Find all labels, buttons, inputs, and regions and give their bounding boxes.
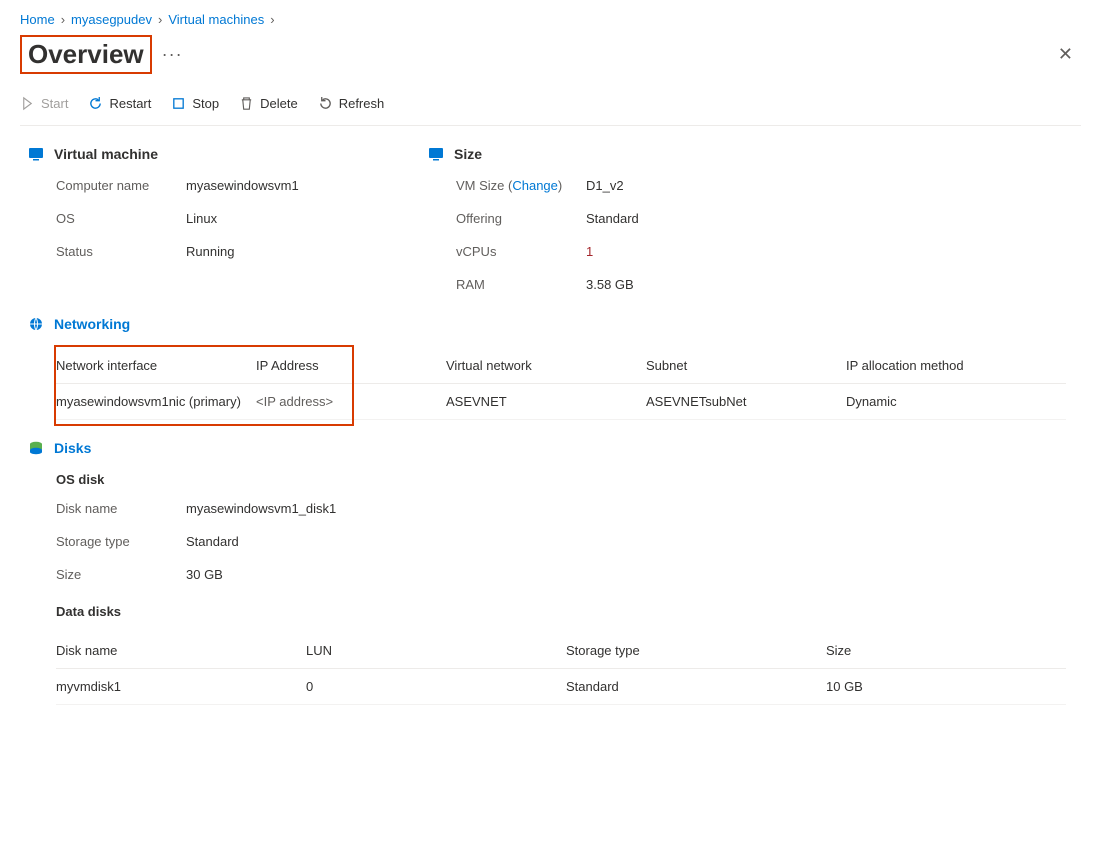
net-header-ipalloc: IP allocation method bbox=[846, 348, 1066, 384]
restart-icon bbox=[88, 96, 103, 111]
data-disk-name-value: myvmdisk1 bbox=[56, 669, 306, 705]
delete-icon bbox=[239, 96, 254, 111]
net-header-vnet: Virtual network bbox=[446, 348, 646, 384]
vm-size-change-link[interactable]: Change bbox=[512, 178, 558, 193]
data-disk-header-name: Disk name bbox=[56, 633, 306, 669]
computer-name-label: Computer name bbox=[56, 178, 176, 193]
start-label: Start bbox=[41, 96, 68, 111]
more-menu[interactable]: ··· bbox=[162, 44, 183, 65]
disks-icon bbox=[28, 440, 44, 456]
close-icon[interactable]: ✕ bbox=[1050, 40, 1081, 69]
vcpus-value: 1 bbox=[586, 244, 768, 259]
data-disk-header-storage: Storage type bbox=[566, 633, 826, 669]
net-nic-value: myasewindowsvm1nic (primary) bbox=[56, 384, 256, 420]
size-section-header: Size bbox=[428, 146, 768, 162]
os-disk-storage-value: Standard bbox=[186, 534, 1081, 549]
page-title: Overview bbox=[28, 39, 144, 70]
data-disk-storage-value: Standard bbox=[566, 669, 826, 705]
breadcrumb-resource[interactable]: myasegpudev bbox=[71, 12, 152, 27]
size-icon bbox=[428, 146, 444, 162]
delete-label: Delete bbox=[260, 96, 298, 111]
networking-title: Networking bbox=[54, 316, 130, 332]
networking-icon bbox=[28, 316, 44, 332]
offering-value: Standard bbox=[586, 211, 768, 226]
title-highlight: Overview bbox=[20, 35, 152, 74]
vm-section-title: Virtual machine bbox=[54, 146, 158, 162]
os-value: Linux bbox=[186, 211, 368, 226]
ram-label: RAM bbox=[456, 277, 576, 292]
net-ip-value: <IP address> bbox=[256, 384, 446, 420]
status-label: Status bbox=[56, 244, 176, 259]
net-header-row: Network interface IP Address Virtual net… bbox=[56, 348, 1066, 384]
data-disk-lun-value: 0 bbox=[306, 669, 566, 705]
refresh-label: Refresh bbox=[339, 96, 385, 111]
data-disk-size-value: 10 GB bbox=[826, 669, 1066, 705]
chevron-right-icon: › bbox=[270, 12, 274, 27]
start-button[interactable]: Start bbox=[20, 96, 68, 111]
ram-value: 3.58 GB bbox=[586, 277, 768, 292]
os-disk-size-label: Size bbox=[56, 567, 176, 582]
stop-button[interactable]: Stop bbox=[171, 96, 219, 111]
vm-size-value: D1_v2 bbox=[586, 178, 768, 193]
disks-header[interactable]: Disks bbox=[28, 440, 1081, 456]
os-disk-name-value: myasewindowsvm1_disk1 bbox=[186, 501, 1081, 516]
data-disk-row[interactable]: myvmdisk1 0 Standard 10 GB bbox=[56, 669, 1066, 705]
computer-name-value: myasewindowsvm1 bbox=[186, 178, 368, 193]
vcpus-label: vCPUs bbox=[456, 244, 576, 259]
breadcrumb-vms[interactable]: Virtual machines bbox=[168, 12, 264, 27]
restart-button[interactable]: Restart bbox=[88, 96, 151, 111]
data-disks-subhead: Data disks bbox=[56, 604, 1081, 619]
os-label: OS bbox=[56, 211, 176, 226]
disks-title: Disks bbox=[54, 440, 91, 456]
chevron-right-icon: › bbox=[158, 12, 162, 27]
status-value: Running bbox=[186, 244, 368, 259]
os-disk-name-label: Disk name bbox=[56, 501, 176, 516]
data-disk-header-row: Disk name LUN Storage type Size bbox=[56, 633, 1066, 669]
net-header-ip: IP Address bbox=[256, 348, 446, 384]
breadcrumb-home[interactable]: Home bbox=[20, 12, 55, 27]
net-row[interactable]: myasewindowsvm1nic (primary) <IP address… bbox=[56, 384, 1066, 420]
size-section-title: Size bbox=[454, 146, 482, 162]
delete-button[interactable]: Delete bbox=[239, 96, 298, 111]
net-subnet-value: ASEVNETsubNet bbox=[646, 384, 846, 420]
toolbar: Start Restart Stop Delete Refresh bbox=[20, 86, 1081, 126]
net-ipalloc-value: Dynamic bbox=[846, 384, 1066, 420]
data-disk-header-lun: LUN bbox=[306, 633, 566, 669]
offering-label: Offering bbox=[456, 211, 576, 226]
refresh-button[interactable]: Refresh bbox=[318, 96, 385, 111]
networking-header[interactable]: Networking bbox=[28, 316, 1081, 332]
data-disks-table: Disk name LUN Storage type Size myvmdisk… bbox=[56, 633, 1066, 705]
networking-table: Network interface IP Address Virtual net… bbox=[56, 348, 1066, 420]
data-disk-header-size: Size bbox=[826, 633, 1066, 669]
vm-section-header: Virtual machine bbox=[28, 146, 368, 162]
restart-label: Restart bbox=[109, 96, 151, 111]
title-row: Overview ··· ✕ bbox=[20, 35, 1081, 74]
vm-size-label: VM Size (Change) bbox=[456, 178, 576, 193]
stop-label: Stop bbox=[192, 96, 219, 111]
os-disk-subhead: OS disk bbox=[56, 472, 1081, 487]
net-header-nic: Network interface bbox=[56, 348, 256, 384]
refresh-icon bbox=[318, 96, 333, 111]
net-vnet-value: ASEVNET bbox=[446, 384, 646, 420]
stop-icon bbox=[171, 96, 186, 111]
play-icon bbox=[20, 96, 35, 111]
vm-icon bbox=[28, 146, 44, 162]
chevron-right-icon: › bbox=[61, 12, 65, 27]
breadcrumb: Home › myasegpudev › Virtual machines › bbox=[20, 12, 1081, 27]
os-disk-size-value: 30 GB bbox=[186, 567, 1081, 582]
os-disk-storage-label: Storage type bbox=[56, 534, 176, 549]
net-header-subnet: Subnet bbox=[646, 348, 846, 384]
